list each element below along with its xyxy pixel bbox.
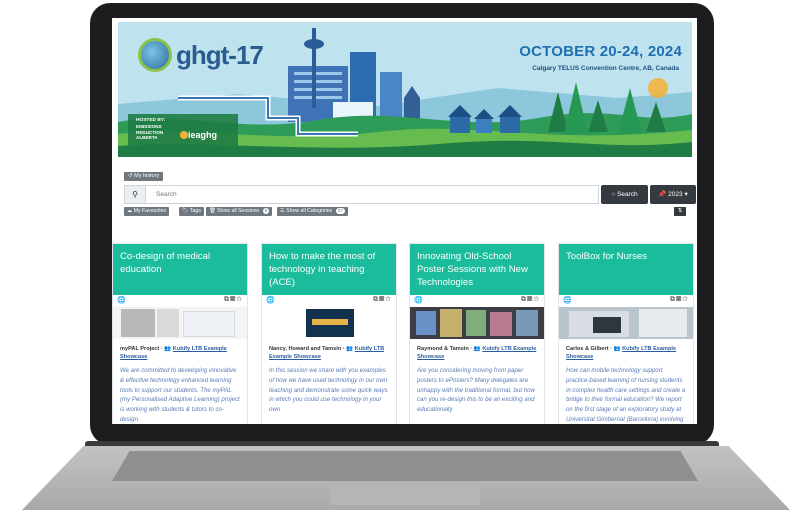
card-title[interactable]: ToolBox for Nurses bbox=[559, 244, 693, 295]
card-toolbar: 🌐 ⧉▦☆ bbox=[113, 295, 247, 307]
card-thumbnail bbox=[262, 307, 396, 339]
search-button-label: Search bbox=[617, 191, 638, 198]
laptop-trackpad bbox=[330, 485, 480, 505]
hosted-by-label: HOSTED BY: bbox=[136, 118, 166, 123]
card-toolbar: 🌐 ⧉▦☆ bbox=[559, 295, 693, 307]
host1-line: EMISSIONS bbox=[136, 124, 162, 129]
globe-icon[interactable]: 🌐 bbox=[563, 296, 572, 304]
year-label: 2023 bbox=[668, 191, 683, 198]
ghgt-logo-text: ghgt-17 bbox=[176, 40, 264, 70]
card-title[interactable]: How to make the most of technology in te… bbox=[262, 244, 396, 295]
ieaghg-logo-mark bbox=[180, 131, 188, 139]
session-card[interactable]: Co-design of medical education 🌐 ⧉▦☆ myP… bbox=[112, 243, 248, 424]
list-icon: ☰ bbox=[280, 208, 285, 214]
user-group-icon: 👥 bbox=[473, 346, 481, 352]
show-all-categories-button[interactable]: ☰ Show all Categories 37 bbox=[277, 207, 348, 216]
sort-icon[interactable]: ⇅ bbox=[674, 207, 686, 216]
card-meta: myPAL Project · 👥 Kubify LTB Example Sho… bbox=[120, 346, 227, 360]
search-bar: ⚲ ○ Search 📌 2023 ▾ bbox=[124, 185, 696, 204]
tag-icon: 🏷 bbox=[182, 208, 189, 214]
card-toolbar: 🌐 ⧉▦☆ bbox=[262, 295, 396, 307]
card-meta: Nancy, Howard and Tamsin · 👥 Kubify LTB … bbox=[269, 346, 385, 360]
host1-line: ALBERTA bbox=[136, 135, 158, 140]
star-icon[interactable]: ☆ bbox=[385, 296, 392, 303]
event-venue: Calgary TELUS Convention Centre, AB, Can… bbox=[532, 65, 679, 72]
my-history-label: My history bbox=[134, 173, 160, 179]
categories-count-badge: 37 bbox=[335, 208, 345, 214]
card-title[interactable]: Innovating Old-School Poster Sessions wi… bbox=[410, 244, 544, 295]
ghgt-globe-logo bbox=[138, 38, 172, 72]
card-meta: Raymond & Tamsin · 👥 Kubify LTB Example … bbox=[417, 346, 537, 360]
star-icon[interactable]: ☆ bbox=[682, 296, 689, 303]
card-authors: Nancy, Howard and Tamsin bbox=[269, 346, 342, 352]
star-icon[interactable]: ☆ bbox=[236, 296, 243, 303]
user-group-icon: 👥 bbox=[346, 346, 354, 352]
caret-down-icon: ▾ bbox=[684, 191, 688, 198]
my-favourites-label: My Favourites bbox=[133, 208, 167, 214]
tags-label: Tags bbox=[189, 208, 201, 214]
card-thumbnail bbox=[410, 307, 544, 339]
my-favourites-button[interactable]: ☁ My Favourites bbox=[124, 207, 170, 216]
show-all-sessions-button[interactable]: 🗑 Show all Sessions 6 bbox=[206, 207, 273, 216]
globe-icon[interactable]: 🌐 bbox=[266, 296, 275, 304]
card-authors: Raymond & Tamsin bbox=[417, 346, 469, 352]
history-icon: ↺ bbox=[128, 173, 133, 179]
globe-icon[interactable]: 🌐 bbox=[414, 296, 423, 304]
card-description: How can mobile technology support practi… bbox=[566, 367, 686, 423]
show-all-sessions-label: Show all Sessions bbox=[217, 208, 260, 214]
card-description: We are committed to developing innovativ… bbox=[120, 367, 240, 423]
user-group-icon: 👥 bbox=[164, 346, 172, 352]
event-date: OCTOBER 20-24, 2024 bbox=[519, 43, 682, 60]
cloud-icon: ☁ bbox=[127, 208, 133, 214]
card-authors: myPAL Project bbox=[120, 346, 160, 352]
sessions-count-badge: 6 bbox=[262, 208, 270, 214]
card-thumbnail bbox=[113, 307, 247, 339]
card-title[interactable]: Co-design of medical education bbox=[113, 244, 247, 295]
search-icon: ⚲ bbox=[124, 185, 146, 204]
card-meta: Carlos & Gilbert · 👥 Kubify LTB Example … bbox=[566, 346, 677, 360]
card-description: Are you considering moving from paper po… bbox=[417, 367, 535, 414]
host-emissions-reduction-alberta: EMISSIONS REDUCTION ALBERTA bbox=[136, 124, 163, 141]
trash-icon: 🗑 bbox=[209, 208, 216, 214]
search-button-icon: ○ bbox=[611, 191, 616, 198]
globe-icon[interactable]: 🌐 bbox=[117, 296, 126, 304]
laptop-screen: ghgt-17 OCTOBER 20-24, 2024 Calgary TELU… bbox=[112, 18, 697, 424]
card-description: In this session we share with you exampl… bbox=[269, 367, 388, 414]
host-ieaghg: ieaghg bbox=[188, 130, 218, 140]
session-card[interactable]: How to make the most of technology in te… bbox=[261, 243, 397, 424]
card-authors: Carlos & Gilbert bbox=[566, 346, 609, 352]
pin-icon: 📌 bbox=[658, 191, 667, 198]
event-banner: ghgt-17 OCTOBER 20-24, 2024 Calgary TELU… bbox=[118, 22, 692, 157]
search-input[interactable] bbox=[146, 185, 599, 204]
tags-button[interactable]: 🏷 Tags bbox=[179, 207, 204, 216]
user-group-icon: 👥 bbox=[613, 346, 621, 352]
search-button[interactable]: ○ Search bbox=[601, 185, 648, 204]
star-icon[interactable]: ☆ bbox=[533, 296, 540, 303]
laptop-keyboard bbox=[112, 451, 698, 481]
show-all-categories-label: Show all Categories bbox=[286, 208, 333, 214]
session-card[interactable]: Innovating Old-School Poster Sessions wi… bbox=[409, 243, 545, 424]
session-card[interactable]: ToolBox for Nurses 🌐 ⧉▦☆ Carlos & Gilber… bbox=[558, 243, 694, 424]
card-toolbar: 🌐 ⧉▦☆ bbox=[410, 295, 544, 307]
year-dropdown[interactable]: 📌 2023 ▾ bbox=[650, 185, 696, 204]
my-history-button[interactable]: ↺ My history bbox=[124, 172, 164, 181]
card-thumbnail bbox=[559, 307, 693, 339]
